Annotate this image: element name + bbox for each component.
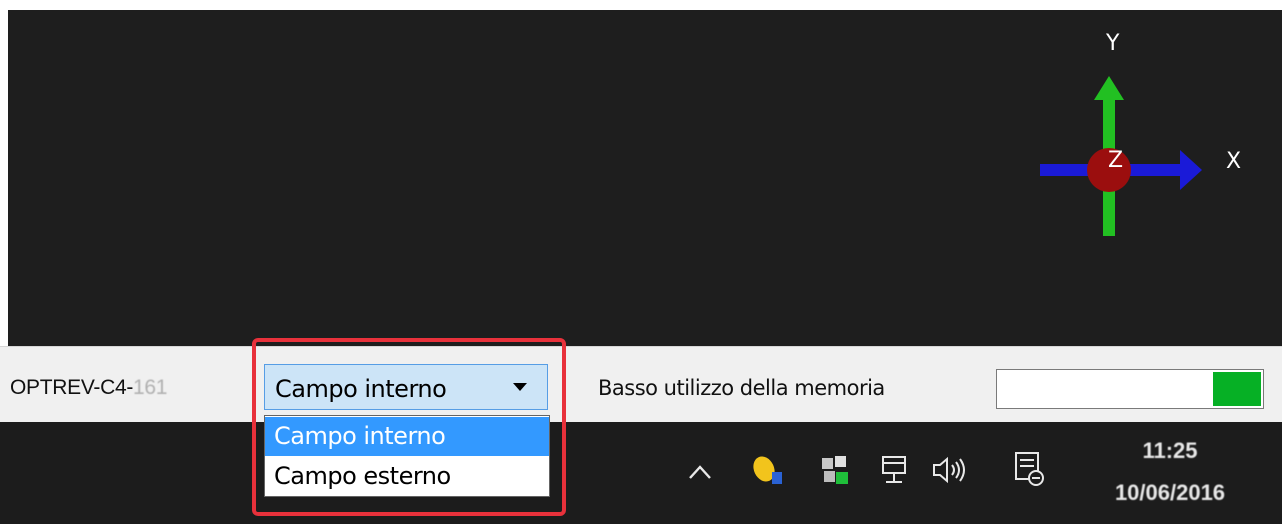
field-type-combobox[interactable]: Campo interno	[264, 364, 548, 410]
notification-icon[interactable]	[1012, 450, 1046, 488]
combobox-selected-value: Campo interno	[275, 375, 447, 403]
field-type-dropdown-list: Campo interno Campo esterno	[264, 415, 550, 497]
axis-gizmo: Y X Z	[1040, 31, 1241, 236]
y-axis-label: Y	[1105, 31, 1120, 56]
memory-usage-fill	[1213, 372, 1261, 406]
y-axis-arrow	[1094, 76, 1124, 100]
dropdown-option-campo-esterno[interactable]: Campo esterno	[265, 457, 549, 496]
volume-icon[interactable]	[930, 454, 970, 486]
x-axis-arrow	[1180, 150, 1202, 190]
clock-time[interactable]: 11:25	[1130, 438, 1210, 464]
dropdown-option-campo-interno[interactable]: Campo interno	[265, 417, 549, 456]
machine-name-suffix: 161	[133, 376, 168, 399]
windows-taskbar	[0, 422, 1282, 524]
z-axis-label: Z	[1108, 148, 1123, 173]
lemon-app-icon[interactable]	[750, 452, 784, 488]
status-bar: OPTREV-C4-161 Campo interno Basso utiliz…	[0, 346, 1282, 423]
machine-name-prefix: OPTREV-C4-	[10, 376, 134, 399]
clock-date[interactable]: 10/06/2016	[1090, 480, 1250, 506]
network-icon[interactable]	[880, 454, 914, 486]
machine-name: OPTREV-C4-161	[10, 376, 167, 400]
puzzle-app-icon[interactable]	[818, 452, 852, 488]
chevron-down-icon[interactable]	[513, 383, 527, 391]
3d-viewport[interactable]: Y X Z	[8, 10, 1282, 346]
memory-status-label: Basso utilizzo della memoria	[598, 376, 885, 400]
chevron-up-icon[interactable]	[688, 464, 712, 480]
x-axis-label: X	[1226, 149, 1241, 174]
memory-usage-bar	[996, 369, 1264, 409]
